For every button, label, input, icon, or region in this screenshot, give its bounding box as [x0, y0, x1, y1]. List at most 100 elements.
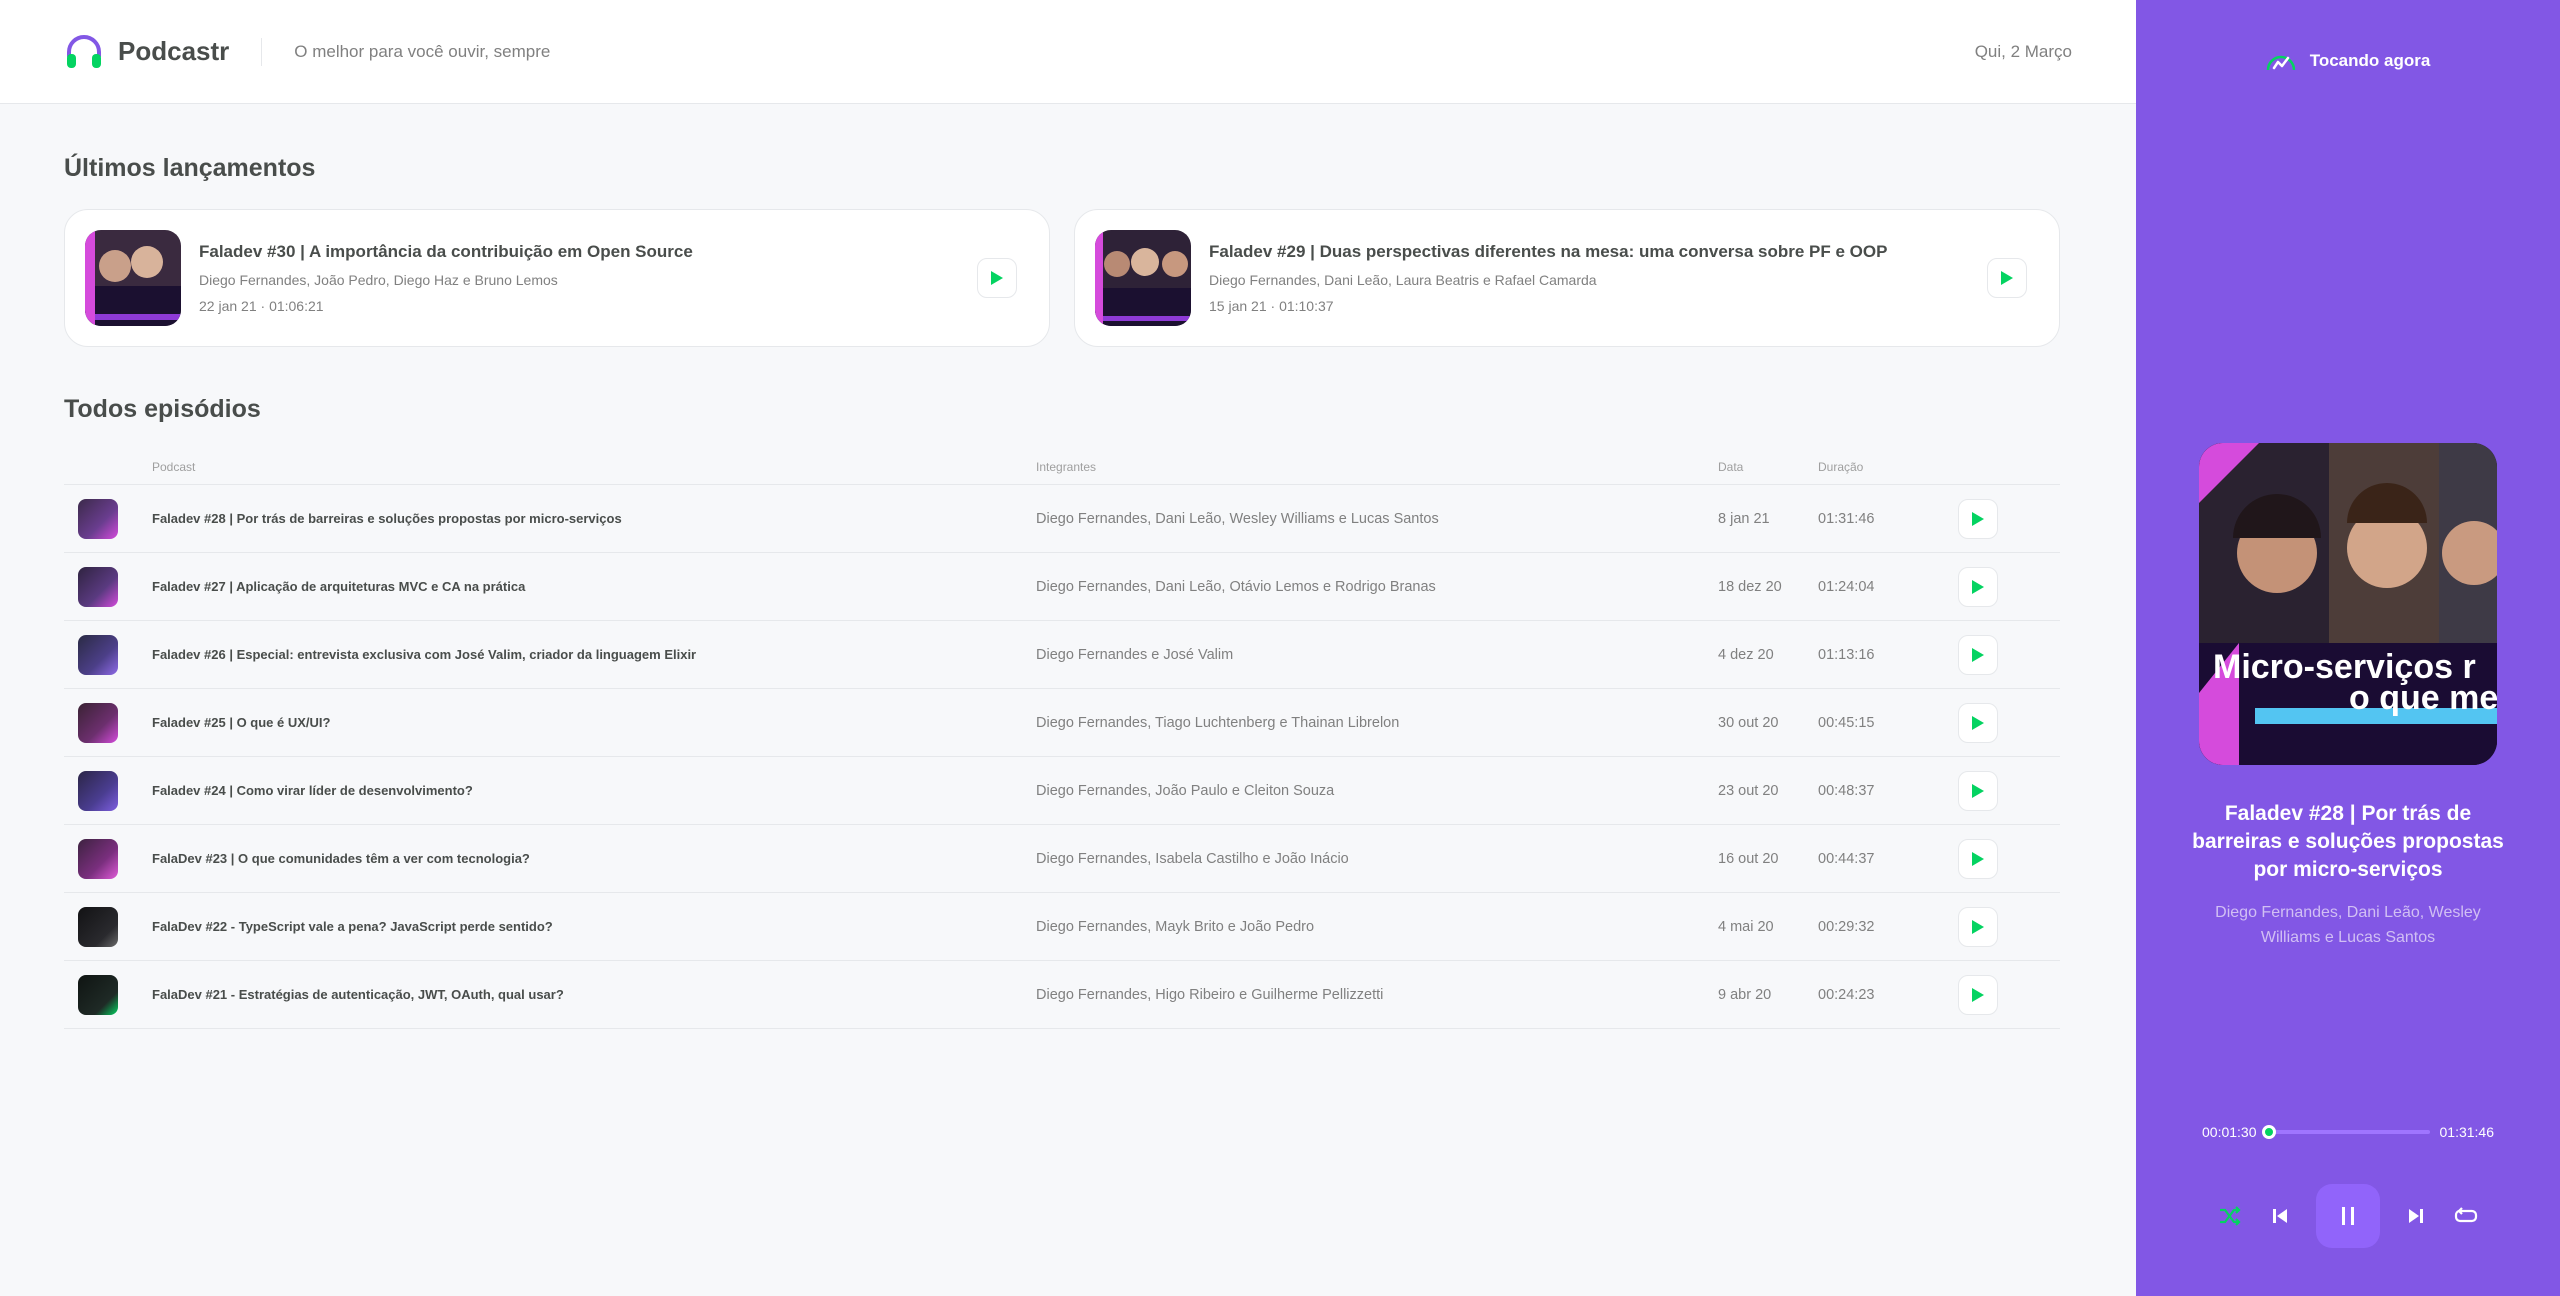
- play-button[interactable]: [1958, 974, 1998, 1015]
- episode-members: Diego Fernandes e José Valim: [1036, 620, 1718, 689]
- episode-duration: 01:06:21: [269, 298, 324, 314]
- table-row: Faladev #25 | O que é UX/UI? Diego Ferna…: [64, 688, 2060, 757]
- now-playing-label: Tocando agora: [2309, 51, 2431, 70]
- episode-date: 15 jan 21: [1209, 298, 1267, 314]
- header-action: [1958, 450, 2060, 485]
- play-button[interactable]: [1958, 498, 1998, 539]
- next-icon: [2409, 1209, 2423, 1223]
- next-button[interactable]: [2402, 1202, 2430, 1230]
- play-icon: [1972, 851, 1984, 866]
- repeat-button[interactable]: [2452, 1202, 2480, 1230]
- episode-members: Diego Fernandes, João Pedro, Diego Haz e…: [199, 272, 558, 288]
- header-members: Integrantes: [1036, 450, 1718, 485]
- episode-duration: 01:24:04: [1818, 552, 1958, 621]
- episode-thumbnail: [78, 634, 118, 675]
- episode-duration: 01:10:37: [1279, 298, 1334, 314]
- episode-meta: 15 jan 21 · 01:10:37: [1209, 298, 1334, 314]
- progress-handle[interactable]: [2262, 1125, 2277, 1139]
- episode-duration: 00:44:37: [1818, 824, 1958, 893]
- episode-date: 4 dez 20: [1718, 620, 1818, 689]
- play-icon: [1972, 579, 1984, 594]
- headphones-icon: [67, 34, 101, 68]
- episode-title[interactable]: Faladev #28 | Por trás de barreiras e so…: [152, 511, 622, 526]
- pause-button[interactable]: [2316, 1184, 2380, 1248]
- episode-duration: 00:29:32: [1818, 892, 1958, 961]
- episode-title[interactable]: Faladev #29 | Duas perspectivas diferent…: [1209, 242, 1887, 262]
- play-icon: [1972, 783, 1984, 798]
- playing-episode-title: Faladev #28 | Por trás de barreiras e so…: [2192, 802, 2504, 881]
- episode-members: Diego Fernandes, João Paulo e Cleiton So…: [1036, 756, 1718, 825]
- episode-thumbnail: [1095, 230, 1191, 326]
- table-row: Faladev #24 | Como virar líder de desenv…: [64, 756, 2060, 825]
- app-name: Podcastr: [118, 36, 230, 66]
- episode-thumbnail: [85, 230, 181, 326]
- play-button[interactable]: [1987, 258, 2027, 298]
- play-button[interactable]: [1958, 838, 1998, 879]
- episode-thumbnail: [78, 974, 118, 1015]
- table-header-row: Podcast Integrantes Data Duração: [64, 450, 2060, 485]
- episode-title[interactable]: FalaDev #21 - Estratégias de autenticaçã…: [152, 987, 564, 1002]
- tagline: O melhor para você ouvir, sempre: [294, 41, 551, 61]
- play-button[interactable]: [1958, 634, 1998, 675]
- progress-slider[interactable]: [2262, 1125, 2430, 1139]
- episode-date: 23 out 20: [1718, 756, 1818, 825]
- episodes-table: Podcast Integrantes Data Duração Faladev…: [64, 450, 2060, 1029]
- episode-title[interactable]: Faladev #24 | Como virar líder de desenv…: [152, 783, 473, 798]
- previous-icon: [2273, 1209, 2287, 1223]
- episode-members: Diego Fernandes, Isabela Castilho e João…: [1036, 824, 1718, 893]
- episode-duration: 00:24:23: [1818, 960, 1958, 1029]
- episode-cover: Micro-serviços r o que me: [2199, 443, 2497, 765]
- table-row: FalaDev #21 - Estratégias de autenticaçã…: [64, 960, 2060, 1029]
- play-icon: [1972, 987, 1984, 1002]
- episode-thumbnail: [78, 498, 118, 539]
- episode-title[interactable]: Faladev #27 | Aplicação de arquiteturas …: [152, 579, 525, 594]
- episode-members: Diego Fernandes, Dani Leão, Otávio Lemos…: [1036, 552, 1718, 621]
- table-row: Faladev #28 | Por trás de barreiras e so…: [64, 484, 2060, 553]
- episode-members: Diego Fernandes, Higo Ribeiro e Guilherm…: [1036, 960, 1718, 1029]
- episode-members: Diego Fernandes, Tiago Luchtenberg e Tha…: [1036, 688, 1718, 757]
- episode-date: 30 out 20: [1718, 688, 1818, 757]
- episode-members: Diego Fernandes, Mayk Brito e João Pedro: [1036, 892, 1718, 961]
- episode-title[interactable]: Faladev #25 | O que é UX/UI?: [152, 715, 330, 730]
- player-panel: Tocando agora Micro-serviços r o que me …: [2136, 0, 2560, 1296]
- play-button[interactable]: [977, 258, 1017, 298]
- shuffle-button[interactable]: [2216, 1202, 2244, 1230]
- play-button[interactable]: [1958, 566, 1998, 607]
- table-row: FalaDev #23 | O que comunidades têm a ve…: [64, 824, 2060, 893]
- latest-episode-card[interactable]: Faladev #29 | Duas perspectivas diferent…: [1074, 209, 2060, 347]
- progress-section: 00:01:30 01:31:46: [2202, 1124, 2494, 1140]
- latest-episode-card[interactable]: Faladev #30 | A importância da contribui…: [64, 209, 1050, 347]
- pause-icon: [2342, 1207, 2354, 1225]
- episode-thumbnail: [78, 838, 118, 879]
- episode-members: Diego Fernandes, Dani Leão, Wesley Willi…: [1036, 484, 1718, 553]
- episode-thumbnail: [78, 702, 118, 743]
- play-button[interactable]: [1958, 770, 1998, 811]
- latest-releases-title: Últimos lançamentos: [64, 154, 316, 182]
- episode-duration: 01:31:46: [1818, 484, 1958, 553]
- previous-button[interactable]: [2266, 1202, 2294, 1230]
- header-podcast: Podcast: [152, 450, 1036, 485]
- table-row: FalaDev #22 - TypeScript vale a pena? Ja…: [64, 892, 2060, 961]
- header-divider: [261, 37, 263, 66]
- episode-title[interactable]: FalaDev #22 - TypeScript vale a pena? Ja…: [152, 919, 553, 934]
- main-content: Últimos lançamentos Faladev #30 | A impo…: [64, 104, 2060, 1029]
- play-button[interactable]: [1958, 702, 1998, 743]
- all-episodes-title: Todos episódios: [64, 395, 261, 423]
- play-icon: [1972, 919, 1984, 934]
- episode-title[interactable]: Faladev #26 | Especial: entrevista exclu…: [152, 647, 696, 662]
- episode-meta: 22 jan 21 · 01:06:21: [199, 298, 324, 314]
- episode-date: 18 dez 20: [1718, 552, 1818, 621]
- header-date: Data: [1718, 450, 1818, 485]
- episode-duration: 00:48:37: [1818, 756, 1958, 825]
- episode-date: 4 mai 20: [1718, 892, 1818, 961]
- episode-thumbnail: [78, 906, 118, 947]
- now-playing-header: Tocando agora: [2136, 50, 2560, 72]
- current-date: Qui, 2 Março: [1974, 41, 2072, 61]
- logo[interactable]: Podcastr: [64, 32, 229, 72]
- current-time: 00:01:30: [2202, 1124, 2257, 1140]
- play-icon: [1972, 511, 1984, 526]
- play-button[interactable]: [1958, 906, 1998, 947]
- episode-title[interactable]: Faladev #30 | A importância da contribui…: [199, 242, 693, 262]
- episode-date: 22 jan 21: [199, 298, 257, 314]
- episode-title[interactable]: FalaDev #23 | O que comunidades têm a ve…: [152, 851, 530, 866]
